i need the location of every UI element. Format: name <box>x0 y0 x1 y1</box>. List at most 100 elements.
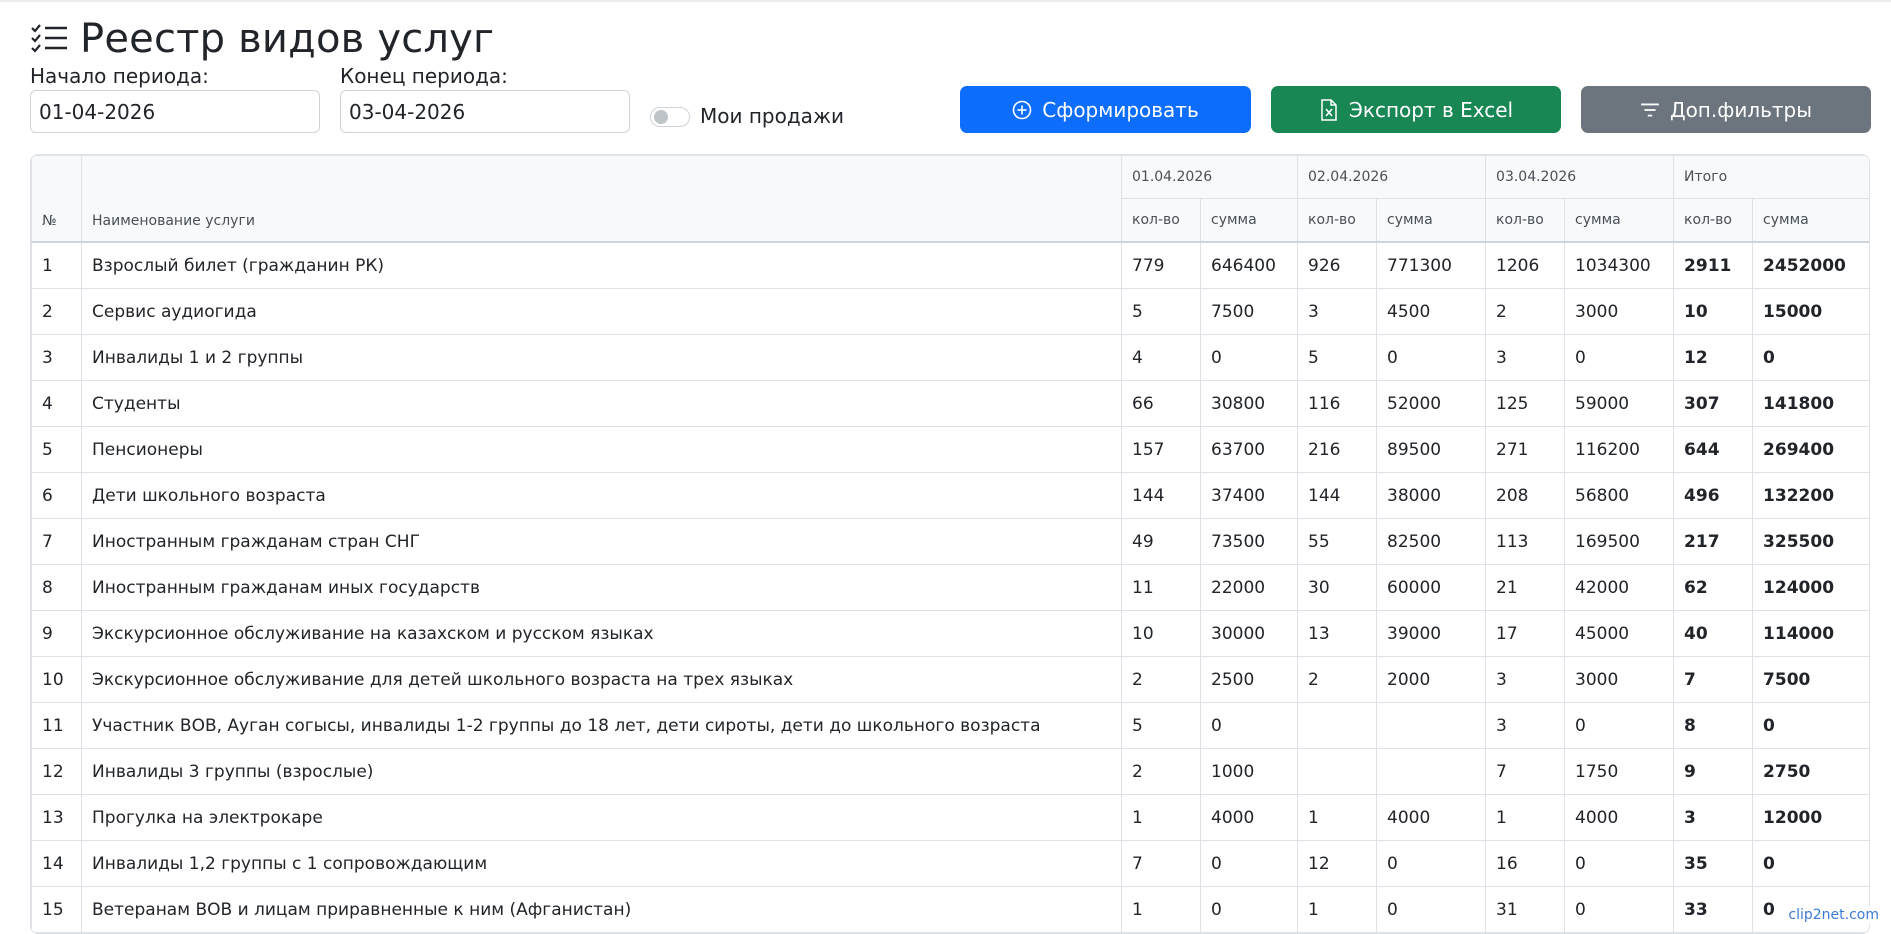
watermark: clip2net.com <box>1784 906 1883 924</box>
total-qty-cell: 7 <box>1673 656 1754 703</box>
table-row: 3 Инвалиды 1 и 2 группы 4 0 5 0 3 0 12 0 <box>31 334 1869 381</box>
total-sum-cell: 2750 <box>1752 748 1869 795</box>
sum-day2-cell: 4000 <box>1376 794 1487 841</box>
start-date-input[interactable] <box>30 90 320 133</box>
service-name-cell: Участник ВОВ, Ауган согысы, инвалиды 1-2… <box>81 702 1122 749</box>
date-header-1: 01.04.2026 <box>1120 155 1299 199</box>
total-sum-cell: 132200 <box>1752 472 1869 519</box>
qty-day1-cell: 2 <box>1121 748 1201 795</box>
qty-day2-cell <box>1297 702 1378 749</box>
sum-day2-cell: 2000 <box>1376 656 1487 703</box>
row-number-cell: 13 <box>31 794 82 841</box>
sum-day2-cell: 52000 <box>1376 380 1487 427</box>
sum-day1-cell: 0 <box>1199 334 1299 381</box>
service-name-cell: Пенсионеры <box>81 426 1122 473</box>
sum-day1-cell: 22000 <box>1199 564 1299 611</box>
table-body: 1 Взрослый билет (гражданин РК) 779 646400 9… <box>31 241 1869 933</box>
service-name-cell: Прогулка на электрокаре <box>81 794 1122 841</box>
sum-day2-cell: 39000 <box>1376 610 1487 657</box>
qty-day2-cell: 5 <box>1297 334 1378 381</box>
total-sum-cell: 15000 <box>1752 288 1869 335</box>
service-name-cell: Дети школьного возраста <box>81 472 1122 519</box>
sum-day3-cell: 42000 <box>1564 564 1675 611</box>
service-name-cell: Сервис аудиогида <box>81 288 1122 335</box>
plus-circle-icon <box>1012 100 1032 119</box>
sum-day2-cell: 0 <box>1376 886 1487 933</box>
qty-day2-cell: 144 <box>1297 472 1378 519</box>
sum-subheader: сумма <box>1752 198 1869 243</box>
qty-subheader: кол-во <box>1297 198 1378 243</box>
qty-day1-cell: 144 <box>1121 472 1201 519</box>
qty-day3-cell: 1206 <box>1485 241 1566 289</box>
qty-day1-cell: 157 <box>1121 426 1201 473</box>
qty-day3-cell: 3 <box>1485 702 1566 749</box>
table-row: 14 Инвалиды 1,2 группы с 1 сопровождающим… <box>31 840 1869 887</box>
export-excel-button[interactable]: Экспорт в Excel <box>1271 86 1561 133</box>
qty-day2-cell: 926 <box>1297 241 1378 289</box>
table-row: 5 Пенсионеры 157 63700 216 89500 271 116200 644 2… <box>31 426 1869 473</box>
table-row: 11 Участник ВОВ, Ауган согысы, инвалиды 1… <box>31 702 1869 749</box>
export-excel-button-label: Экспорт в Excel <box>1348 97 1514 122</box>
sum-day1-cell: 63700 <box>1199 426 1299 473</box>
table-row: 10 Экскурсионное обслуживание для детей ш… <box>31 656 1869 703</box>
table-row: 12 Инвалиды 3 группы (взрослые) 2 1000 7 1750… <box>31 748 1869 795</box>
services-table: № Наименование услуги 01.04.2026 02.04.2… <box>31 155 1869 933</box>
date-header-3: 03.04.2026 <box>1485 155 1675 199</box>
total-qty-cell: 10 <box>1673 288 1754 335</box>
sum-day1-cell: 30800 <box>1199 380 1299 427</box>
end-date-input[interactable] <box>340 90 630 133</box>
table-row: 6 Дети школьного возраста 144 37400 144 38000… <box>31 472 1869 519</box>
qty-day1-cell: 779 <box>1121 241 1201 289</box>
col-name-header: Наименование услуги <box>81 155 1122 243</box>
total-qty-cell: 3 <box>1673 794 1754 841</box>
table-header: № Наименование услуги 01.04.2026 02.04.2… <box>31 155 1869 243</box>
services-table-container[interactable]: № Наименование услуги 01.04.2026 02.04.2… <box>30 154 1870 934</box>
qty-day2-cell <box>1297 748 1378 795</box>
sum-day2-cell: 771300 <box>1376 241 1487 289</box>
qty-day1-cell: 1 <box>1121 886 1201 933</box>
total-qty-cell: 496 <box>1673 472 1754 519</box>
total-qty-cell: 35 <box>1673 840 1754 887</box>
more-filters-button-label: Доп.фильтры <box>1669 97 1813 122</box>
end-date-label: Конец периода: <box>340 64 508 88</box>
table-row: 7 Иностранным гражданам стран СНГ 49 73500 5… <box>31 518 1869 565</box>
sum-day3-cell: 0 <box>1564 702 1675 749</box>
row-number-cell: 9 <box>31 610 82 657</box>
sum-day3-cell: 45000 <box>1564 610 1675 657</box>
total-sum-cell: 325500 <box>1752 518 1869 565</box>
generate-button[interactable]: Сформировать <box>960 86 1251 133</box>
row-number-cell: 6 <box>31 472 82 519</box>
page-header: Реестр видов услуг <box>30 14 494 64</box>
total-sum-cell: 124000 <box>1752 564 1869 611</box>
qty-day1-cell: 5 <box>1121 702 1201 749</box>
total-qty-cell: 33 <box>1673 886 1754 933</box>
total-sum-cell: 12000 <box>1752 794 1869 841</box>
qty-day2-cell: 55 <box>1297 518 1378 565</box>
qty-day3-cell: 17 <box>1485 610 1566 657</box>
qty-day1-cell: 1 <box>1121 794 1201 841</box>
row-number-cell: 3 <box>31 334 82 381</box>
checklist-icon <box>31 24 67 53</box>
row-number-cell: 15 <box>31 886 82 933</box>
qty-day1-cell: 10 <box>1121 610 1201 657</box>
service-name-cell: Ветеранам ВОВ и лицам приравненные к ним… <box>81 886 1122 933</box>
table-row: 15 Ветеранам ВОВ и лицам приравненные к н… <box>31 886 1869 933</box>
sum-day3-cell: 169500 <box>1564 518 1675 565</box>
sum-day3-cell: 0 <box>1564 334 1675 381</box>
sum-day1-cell: 1000 <box>1199 748 1299 795</box>
qty-day3-cell: 7 <box>1485 748 1566 795</box>
total-sum-cell: 0 <box>1752 702 1869 749</box>
qty-day1-cell: 4 <box>1121 334 1201 381</box>
sum-day2-cell: 0 <box>1376 840 1487 887</box>
table-row: 2 Сервис аудиогида 5 7500 3 4500 2 3000 10 15000 <box>31 288 1869 335</box>
sum-day2-cell: 38000 <box>1376 472 1487 519</box>
qty-day3-cell: 271 <box>1485 426 1566 473</box>
qty-day1-cell: 66 <box>1121 380 1201 427</box>
row-number-cell: 14 <box>31 840 82 887</box>
more-filters-button[interactable]: Доп.фильтры <box>1581 86 1871 133</box>
total-qty-cell: 40 <box>1673 610 1754 657</box>
row-number-cell: 10 <box>31 656 82 703</box>
sum-day3-cell: 3000 <box>1564 288 1675 335</box>
qty-day3-cell: 2 <box>1485 288 1566 335</box>
my-sales-toggle[interactable] <box>650 107 690 127</box>
